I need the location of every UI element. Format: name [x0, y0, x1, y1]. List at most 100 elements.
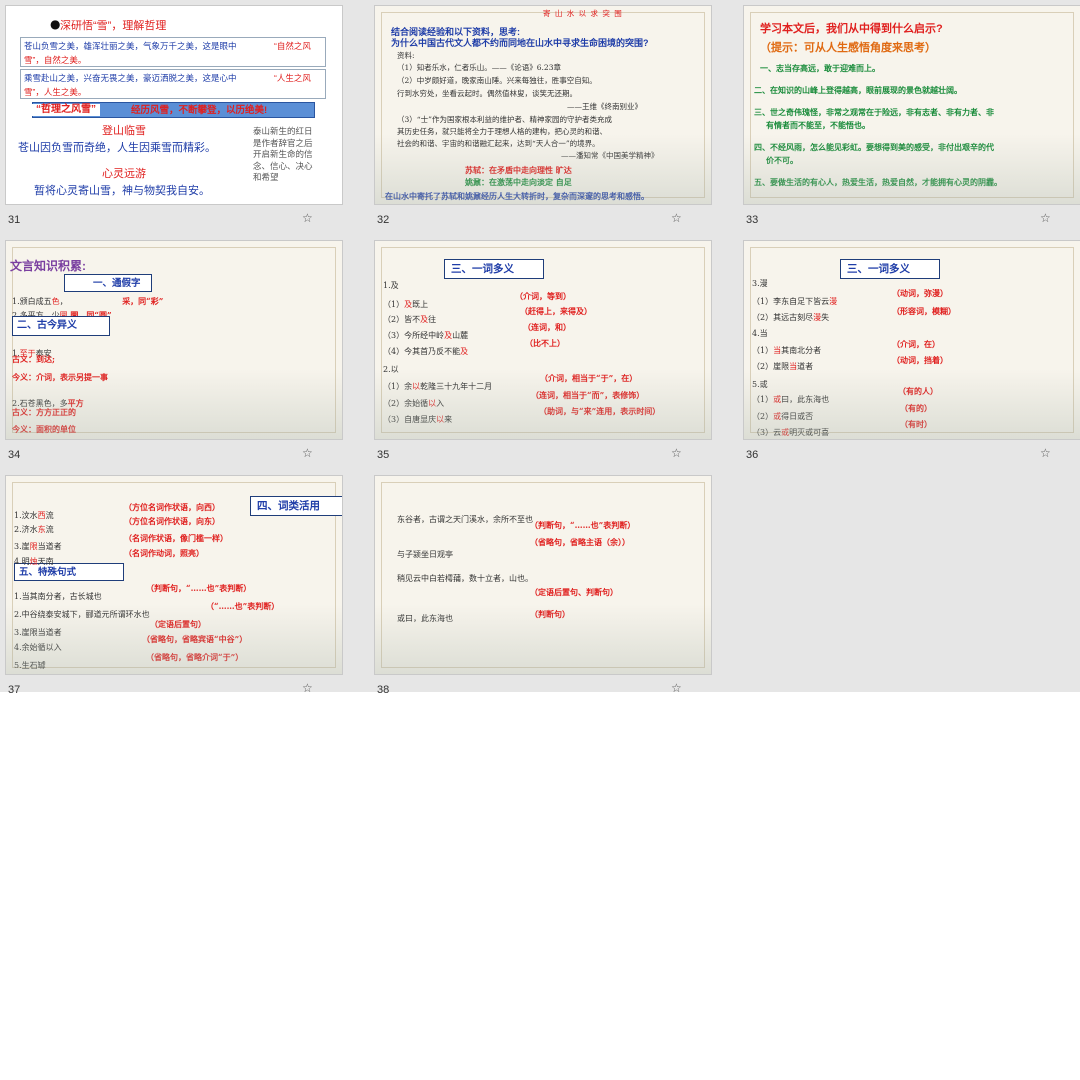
slide-thumbnail-31[interactable]: ● 深研悟“雪”，理解哲理 苍山负雪之美，雄浑壮丽之美，气象万千之美，这是眼中 … — [5, 5, 343, 205]
star-outline-icon[interactable]: ☆ — [671, 211, 682, 225]
box-text: 乘雪赴山之美，兴奋无畏之美，豪迈洒脱之美，这是心中 — [24, 73, 237, 83]
explanation-note: （“……也”表判断） — [206, 601, 280, 611]
slide-thumbnail-38[interactable]: 东谷者，古谓之天门溪水，余所不至也 （判断句，“……也”表判断） 与子颍坐日观亭 （省… — [374, 475, 712, 675]
conclusion-line: 在山水中寄托了苏轼和姚鼐经历人生大转折时，复杂而深邃的思考和感悟。 — [385, 191, 649, 201]
slide-cell-34[interactable]: 文言知识积累: 一、通假字 1.颁白成五色， 采，同“彩” 2.多平方，少圜 圜… — [5, 240, 343, 475]
section-title: 三、一词多义 — [847, 263, 910, 275]
explanation-note: （定语后置句） — [150, 619, 206, 629]
star-outline-icon[interactable]: ☆ — [302, 681, 313, 695]
slide-number: 31 — [8, 214, 21, 226]
explanation-note: （名词作状语，像门槛一样） — [124, 533, 228, 543]
takeaway-item: 二、在知识的山峰上登得越高，眼前展现的景色就越壮阔。 — [754, 85, 962, 95]
slide-sorter: ● 深研悟“雪”，理解哲理 苍山负雪之美，雄浑壮丽之美，气象万千之美，这是眼中 … — [0, 0, 1080, 696]
star-outline-icon[interactable]: ☆ — [671, 681, 682, 695]
material-line: （3）“士”作为国家根本利益的维护者、精神家园的守护者类充成 — [397, 115, 612, 124]
slide-cell-32[interactable]: 寄 山 水 以 求 突 围 结合阅读经验和以下资料，思考: 为什么中国古代文人都… — [374, 5, 712, 240]
section-title: 一、通假字 — [93, 278, 141, 289]
slide-thumbnail-32[interactable]: 寄 山 水 以 求 突 围 结合阅读经验和以下资料，思考: 为什么中国古代文人都… — [374, 5, 712, 205]
example-line: 东谷者，古谓之天门溪水，余所不至也 — [397, 515, 533, 524]
slide-number: 34 — [8, 449, 21, 461]
slide-thumbnail-37[interactable]: 四、词类活用 五、特殊句式 1.汶水西流 （方位名词作状语，向西） 2.济水东流 （方… — [5, 475, 343, 675]
example-line: 4.余始循以入 — [14, 643, 62, 652]
side-note-line: 念、信心、决心 — [253, 160, 313, 171]
takeaway-item: 五、要做生活的有心人，热爱生活，热爱自然，才能拥有心灵的阴霾。 — [754, 177, 1002, 187]
takeaway-item: 三、世之奇伟瑰怪，非常之观常在于险远，非有志者、非有力者、非 — [754, 107, 994, 117]
side-note-line: 开启新生命的信 — [253, 149, 313, 159]
example-line: 1.及 — [383, 281, 399, 290]
hint-line: （提示：可从人生感悟角度来思考） — [760, 42, 936, 54]
takeaway-item: 价不可。 — [766, 155, 798, 165]
explanation-note: （方位名词作状语，向西） — [124, 502, 220, 512]
slide-cell-33[interactable]: 学习本文后，我们从中得到什么启示? （提示：可从人生感悟角度来思考） 一、志当存… — [743, 5, 1080, 240]
slide-number: 32 — [377, 214, 390, 226]
material-line: （1）知者乐水，仁者乐山。——《论语》6.23章 — [397, 63, 561, 72]
explanation-note: （介词，相当于“于”，在） — [540, 373, 638, 383]
explanation-note: （介词，在） — [892, 339, 940, 349]
meaning-line: 古义：方方正正的 — [12, 407, 76, 417]
star-outline-icon[interactable]: ☆ — [302, 446, 313, 460]
explanation-note: （比不上） — [525, 338, 565, 348]
box-highlight: “人生之风 — [274, 73, 311, 83]
slide-title: 文言知识积累: — [10, 259, 86, 273]
star-outline-icon[interactable]: ☆ — [302, 211, 313, 225]
explanation-note: （定语后置句、判断句） — [530, 587, 618, 597]
slide-number: 35 — [377, 449, 390, 461]
example-line: 4.明烛天南 — [14, 557, 54, 566]
slide-cell-36[interactable]: 三、一词多义 3.漫 （1）李东自足下皆云漫 （动词，弥漫） （2）其远古刻尽漫失 （形… — [743, 240, 1080, 475]
slide-thumbnail-33[interactable]: 学习本文后，我们从中得到什么启示? （提示：可从人生感悟角度来思考） 一、志当存… — [743, 5, 1080, 205]
banner-text: 经历风雪，不断攀登，以历绝美! — [131, 105, 268, 116]
example-line: （3）云或明灭或可喜 — [752, 428, 830, 437]
slide-cell-35[interactable]: 三、一词多义 1.及 （1）及既上 （介词，等到） （2）皆不及往 （赶得上，来得及）（… — [374, 240, 712, 475]
content-box: 苍山负雪之美，雄浑壮丽之美，气象万千之美，这是眼中 “自然之风 雪”，自然之美。 — [20, 37, 326, 67]
slide-title: 深研悟“雪”，理解哲理 — [60, 20, 167, 32]
star-outline-icon[interactable]: ☆ — [671, 446, 682, 460]
example-line: 稍见云中白若樗蒱，数十立者，山也。 — [397, 574, 533, 583]
section-box: 二、古今异义 — [12, 316, 110, 336]
slide-cell-38[interactable]: 东谷者，古谓之天门溪水，余所不至也 （判断句，“……也”表判断） 与子颍坐日观亭 （省… — [374, 475, 712, 710]
example-line: （4）今其首乃反不能及 — [383, 347, 469, 356]
explanation-note: （介词，等到） — [515, 291, 571, 301]
explanation-note: （有时） — [900, 419, 932, 429]
slide-cell-37[interactable]: 四、词类活用 五、特殊句式 1.汶水西流 （方位名词作状语，向西） 2.济水东流 （方… — [5, 475, 343, 710]
explanation-note: （有的人） — [898, 386, 938, 396]
section-box: 三、一词多义 — [840, 259, 940, 279]
star-outline-icon[interactable]: ☆ — [1040, 211, 1051, 225]
bullet-dot: ● — [50, 17, 61, 31]
section-title: 二、古今异义 — [17, 320, 77, 331]
takeaway-item: 一、志当存高远，敢于迎难而上。 — [760, 63, 880, 73]
section-title: 五、特殊句式 — [19, 567, 77, 578]
content-box: 乘雪赴山之美，兴奋无畏之美，豪迈洒脱之美，这是心中 “人生之风 雪”，人生之美。 — [20, 69, 326, 99]
banner-label: “哲理之风雪” — [32, 104, 100, 116]
example-line: 或曰，此东海也 — [397, 614, 453, 623]
side-note-line: 和希望 — [253, 172, 279, 182]
explanation-note: （省略句，省略宾语“中谷”） — [142, 634, 248, 644]
material-line: （2）中岁颇好道，晚家南山陲。兴来每独往，胜事空自知。 — [397, 76, 597, 85]
material-line: 其历史任务，就只能将全力于理想人格的建构，把心灵的和谐、 — [397, 127, 607, 136]
example-line: 2.中谷绕泰安城下，郦道元所谓环水也 — [14, 610, 150, 619]
example-line: （3）自唐显庆以来 — [383, 415, 453, 424]
slide-thumbnail-35[interactable]: 三、一词多义 1.及 （1）及既上 （介词，等到） （2）皆不及往 （赶得上，来得及）（… — [374, 240, 712, 440]
explanation-note: （连词，和） — [523, 322, 571, 332]
star-outline-icon[interactable]: ☆ — [1040, 446, 1051, 460]
explanation-note: （赶得上，来得及） — [520, 306, 592, 316]
material-line: 资料: — [397, 51, 415, 60]
takeaway-item: 四、不经风雨，怎么能见彩虹。要想得到美的感受，非付出艰辛的代 — [754, 142, 994, 152]
explanation-note: （省略句，省略介词“于”） — [146, 652, 244, 662]
material-line: 行到水穷处，坐看云起时。偶然值林叟，谈笑无还期。 — [397, 89, 577, 98]
slide-title: 寄 山 水 以 求 突 围 — [543, 9, 623, 18]
section-box: 四、词类活用 — [250, 496, 342, 516]
slide-title: 学习本文后，我们从中得到什么启示? — [760, 23, 943, 35]
slide-cell-31[interactable]: ● 深研悟“雪”，理解哲理 苍山负雪之美，雄浑壮丽之美，气象万千之美，这是眼中 … — [5, 5, 343, 240]
material-line: ——潘知常《中国美学精神》 — [561, 151, 659, 160]
body-line: 暂将心灵寄山雪，神与物契我自安。 — [34, 185, 210, 197]
side-note-line: 泰山新生的红日 — [253, 126, 313, 136]
slide-thumbnail-34[interactable]: 文言知识积累: 一、通假字 1.颁白成五色， 采，同“彩” 2.多平方，少圜 圜… — [5, 240, 343, 440]
explanation-note: （省略句，省略主语（余）） — [530, 537, 630, 547]
slide-thumbnail-36[interactable]: 三、一词多义 3.漫 （1）李东自足下皆云漫 （动词，弥漫） （2）其远古刻尽漫失 （形… — [743, 240, 1080, 440]
example-line: 3.漫 — [752, 279, 768, 288]
example-line: 5.生石罅 — [14, 661, 46, 670]
example-line: 1.当其南分者，古长城也 — [14, 592, 102, 601]
explanation-note: （动词，弥漫） — [892, 288, 948, 298]
explanation-note: （形容词，模糊） — [892, 306, 956, 316]
section-box: 三、一词多义 — [444, 259, 544, 279]
